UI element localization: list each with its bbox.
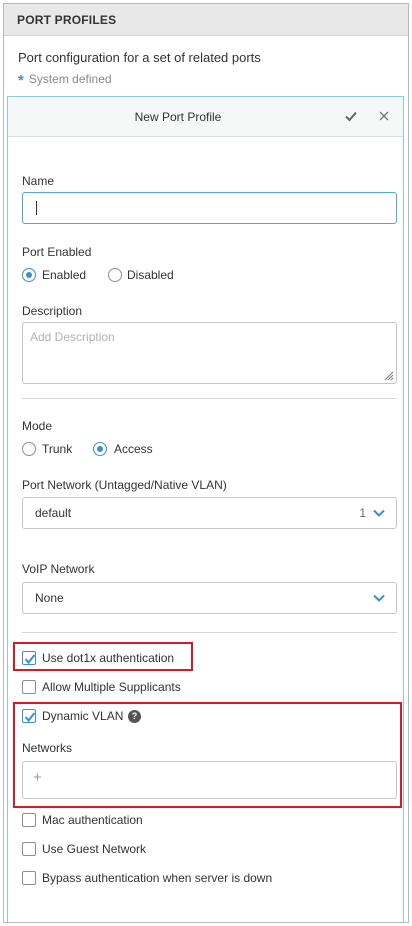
dynamic-vlan-label[interactable]: Dynamic VLAN — [42, 709, 123, 723]
mac-authentication-label[interactable]: Mac authentication — [42, 813, 143, 827]
voip-network-value: None — [35, 591, 64, 605]
access-radio-label[interactable]: Access — [114, 442, 153, 456]
port-enabled-label: Port Enabled — [22, 245, 92, 259]
description-textarea[interactable]: Add Description — [22, 322, 397, 384]
networks-input[interactable]: + — [22, 761, 397, 799]
use-guest-network-checkbox[interactable] — [22, 842, 36, 856]
allow-multiple-supplicants-checkbox[interactable] — [22, 680, 36, 694]
voip-network-label: VoIP Network — [22, 562, 95, 576]
mac-authentication-checkbox[interactable] — [22, 813, 36, 827]
trunk-radio[interactable] — [22, 442, 36, 456]
port-network-label: Port Network (Untagged/Native VLAN) — [22, 478, 227, 492]
port-network-value: default — [35, 506, 72, 520]
port-profiles-window: PORT PROFILES Port configuration for a s… — [3, 3, 409, 923]
section-description: Port configuration for a set of related … — [18, 50, 261, 65]
mode-label: Mode — [22, 419, 53, 433]
chevron-down-icon — [373, 594, 385, 602]
enabled-radio-label[interactable]: Enabled — [42, 268, 86, 282]
section-title: PORT PROFILES — [17, 13, 117, 27]
star-icon: * — [18, 72, 24, 89]
access-radio[interactable] — [93, 442, 107, 456]
dynamic-vlan-checkbox[interactable] — [22, 709, 36, 723]
system-defined-label: System defined — [28, 72, 112, 86]
plus-icon[interactable]: + — [33, 769, 42, 786]
text-caret — [36, 201, 37, 215]
enabled-radio[interactable] — [22, 268, 36, 282]
voip-network-select[interactable]: None — [22, 582, 397, 614]
bypass-auth-label[interactable]: Bypass authentication when server is dow… — [42, 871, 272, 885]
name-label: Name — [22, 174, 55, 188]
system-defined-legend: * System defined — [18, 70, 112, 89]
section-header: PORT PROFILES — [4, 4, 408, 36]
checkmark-icon[interactable] — [342, 107, 360, 125]
port-network-select[interactable]: default 1 — [22, 497, 397, 529]
resize-grip-icon[interactable] — [382, 369, 394, 381]
name-input[interactable] — [22, 192, 397, 224]
bypass-auth-checkbox[interactable] — [22, 871, 36, 885]
port-network-vlan-id: 1 — [359, 506, 366, 520]
use-dot1x-checkbox[interactable] — [22, 651, 36, 665]
close-icon[interactable] — [375, 107, 393, 125]
chevron-down-icon — [373, 509, 385, 517]
networks-label: Networks — [22, 741, 73, 755]
disabled-radio[interactable] — [108, 268, 122, 282]
divider — [22, 632, 397, 633]
description-label: Description — [22, 304, 83, 318]
panel-title: New Port Profile — [134, 110, 222, 124]
use-dot1x-label[interactable]: Use dot1x authentication — [42, 651, 174, 665]
help-icon[interactable]: ? — [128, 710, 141, 723]
allow-multiple-supplicants-label[interactable]: Allow Multiple Supplicants — [42, 680, 181, 694]
use-guest-network-label[interactable]: Use Guest Network — [42, 842, 146, 856]
disabled-radio-label[interactable]: Disabled — [127, 268, 174, 282]
new-port-profile-panel: New Port Profile Name Port Enabled Enabl… — [7, 96, 404, 922]
description-placeholder: Add Description — [30, 330, 115, 344]
panel-header: New Port Profile — [8, 97, 403, 137]
divider — [22, 398, 397, 399]
trunk-radio-label[interactable]: Trunk — [42, 442, 72, 456]
